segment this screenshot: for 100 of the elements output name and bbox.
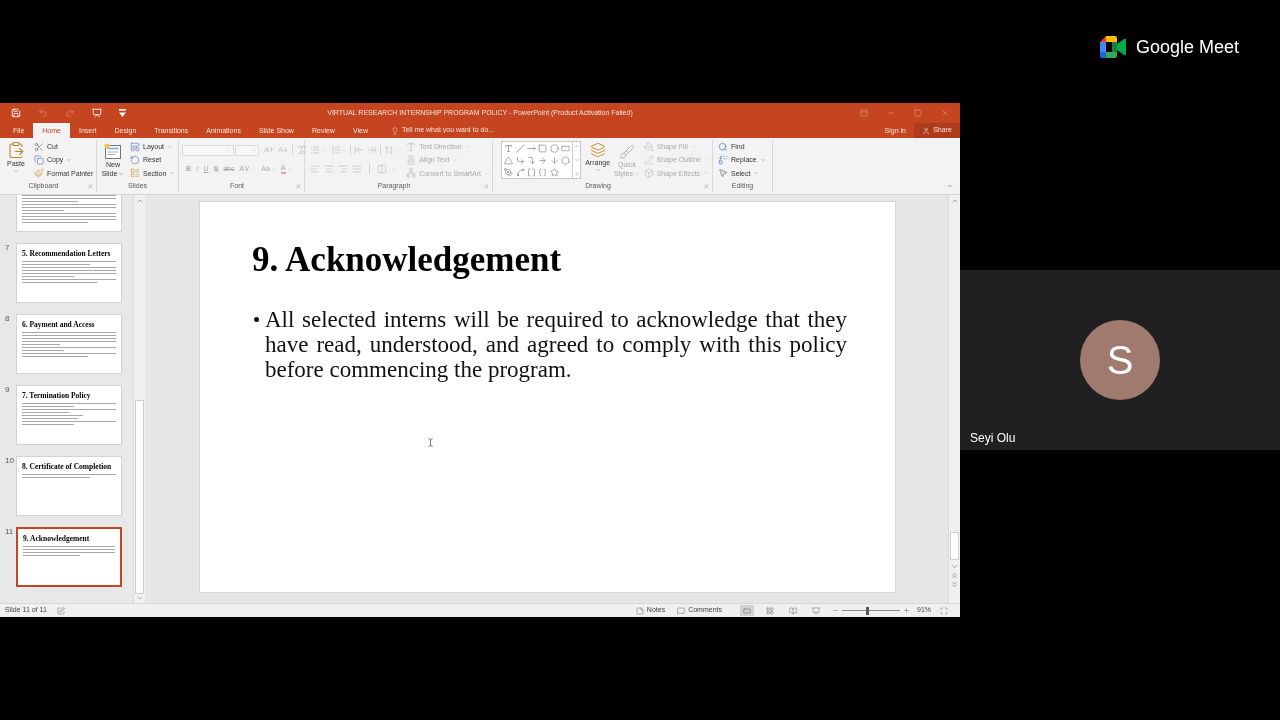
rectangle-icon[interactable]	[538, 143, 548, 153]
slide-number: 8	[5, 314, 11, 324]
scroll-thumb[interactable]	[135, 400, 144, 594]
copy-icon	[34, 155, 44, 165]
triangle-icon[interactable]	[504, 155, 514, 165]
list-icon	[130, 168, 140, 179]
plus-icon[interactable]	[903, 607, 910, 614]
scroll-up-icon[interactable]	[950, 197, 959, 205]
caret-icon	[167, 143, 174, 150]
double-chevron-down-icon[interactable]	[950, 580, 959, 589]
speech-bubble-icon	[677, 606, 686, 615]
cube-icon	[643, 168, 654, 179]
normal-view-button[interactable]	[740, 605, 754, 616]
camera-logo-icon	[1100, 36, 1126, 58]
chevron-up-icon[interactable]	[573, 143, 580, 149]
person-icon	[922, 126, 931, 135]
presentation-screen-icon[interactable]	[92, 107, 102, 118]
chevron-down-icon[interactable]	[573, 157, 580, 163]
save-icon[interactable]	[11, 107, 21, 118]
arrow-down-right-icon[interactable]	[703, 183, 709, 189]
caret-icon	[594, 167, 601, 173]
crossed-out-t-icon[interactable]	[297, 145, 307, 155]
slide-sorter-button[interactable]	[763, 605, 777, 616]
zoom-slider[interactable]	[842, 606, 900, 615]
lightbulb-icon	[390, 126, 399, 135]
elbow-connector-icon[interactable]	[515, 155, 525, 165]
window-panel-icon[interactable]	[860, 108, 868, 117]
arrow-line-icon[interactable]	[526, 143, 536, 153]
brand-name: Google Meet	[1136, 36, 1240, 59]
scissors-icon	[34, 141, 44, 152]
chevron-up-icon[interactable]	[946, 182, 954, 190]
participant-name: Seyi Olu	[970, 431, 1016, 445]
replace-icon	[718, 155, 728, 165]
arrow-down-right-icon[interactable]	[483, 183, 489, 189]
arrow-left-to-line-icon[interactable]	[354, 145, 364, 155]
scroll-up-icon[interactable]	[135, 197, 144, 205]
curve-icon[interactable]	[515, 167, 525, 177]
slide-page-icon	[104, 143, 122, 159]
slide-number: 9	[5, 385, 11, 395]
network-diagram-icon	[406, 168, 417, 179]
vertical-align-icon	[406, 155, 417, 165]
layers-icon	[589, 142, 606, 158]
reading-view-button[interactable]	[786, 605, 800, 616]
scroll-down-icon[interactable]	[135, 594, 144, 602]
arrow-right-to-line-icon[interactable]	[367, 145, 377, 155]
rounded-rectangle-icon[interactable]	[560, 143, 570, 153]
columns-icon[interactable]	[377, 164, 387, 174]
scroll-thumb[interactable]	[950, 532, 959, 560]
slide-show-button[interactable]	[809, 605, 823, 616]
line-icon[interactable]	[515, 143, 525, 153]
brackets-icon[interactable]	[526, 167, 536, 177]
elbow-arrow-icon[interactable]	[526, 155, 536, 165]
minus-icon[interactable]	[832, 607, 839, 614]
star-icon[interactable]	[549, 167, 559, 177]
arrow-down-right-icon[interactable]	[295, 183, 301, 189]
search-icon	[718, 141, 728, 152]
pen-icon	[643, 155, 654, 165]
bullet-icon	[254, 317, 259, 322]
layout-panels-icon	[130, 141, 140, 152]
braces-icon[interactable]	[538, 167, 548, 177]
note-icon	[635, 606, 644, 615]
rounded-rectangle-icon	[743, 606, 751, 615]
pen-square-icon[interactable]	[56, 606, 65, 615]
pen-tool-icon[interactable]	[504, 167, 514, 177]
avatar: S	[1080, 320, 1160, 400]
caret-icon	[13, 168, 19, 174]
hexagon-icon[interactable]	[560, 155, 570, 165]
letter-a-up-arrow-icon[interactable]	[264, 145, 274, 155]
down-arrow-icon[interactable]	[549, 155, 559, 165]
letter-t-icon[interactable]	[504, 143, 514, 153]
slide-number: 11	[5, 527, 15, 537]
projector-screen-icon	[812, 606, 820, 615]
caret-icon	[118, 171, 125, 178]
dropdown-caret-icon	[251, 147, 257, 153]
double-chevron-up-icon[interactable]	[950, 571, 959, 580]
text-cursor-icon	[426, 438, 435, 447]
slide-title: 9. Acknowledgement	[252, 240, 562, 280]
double-chevron-down-icon[interactable]	[573, 171, 580, 177]
pointer-icon	[718, 168, 728, 179]
maximize-icon[interactable]	[914, 108, 922, 117]
slide-number: 7	[5, 243, 11, 253]
letter-a-down-arrow-icon[interactable]	[278, 145, 288, 155]
dropdown-caret-icon[interactable]	[119, 108, 126, 117]
zoom-slider-thumb[interactable]	[866, 606, 869, 615]
caret-icon	[286, 166, 292, 172]
arrow-down-right-icon[interactable]	[87, 183, 93, 189]
shapes-gallery[interactable]	[501, 141, 581, 179]
close-icon[interactable]	[941, 108, 949, 117]
scroll-down-icon[interactable]	[950, 562, 959, 571]
oval-icon[interactable]	[549, 143, 559, 153]
clipboard-icon	[7, 141, 25, 159]
dropdown-caret-icon	[226, 147, 232, 153]
slide-number: 10	[5, 456, 15, 466]
caret-icon	[66, 157, 73, 163]
bullet-text: All selected interns will be required to acknowledge that they have read, understood, and agreed to comply with this policy before commencing the program.	[265, 307, 847, 382]
circular-arrow-icon	[130, 155, 140, 165]
expand-corners-icon[interactable]	[940, 606, 948, 615]
paint-bucket-icon	[643, 141, 654, 152]
up-down-arrows-icon[interactable]	[384, 145, 394, 155]
right-arrow-icon[interactable]	[538, 155, 548, 165]
